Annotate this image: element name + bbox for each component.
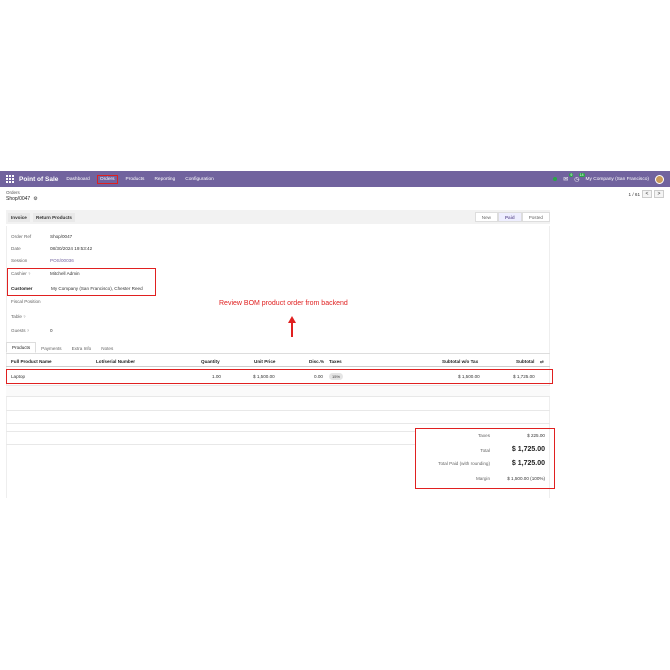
record-title: Shop/0047 ⚙: [6, 196, 38, 202]
guests-label: Guests ?: [11, 328, 30, 333]
tab-payments[interactable]: Payments: [36, 344, 66, 353]
cashier-label: Cashier ?: [11, 271, 31, 276]
row-unit-price[interactable]: $ 1,500.00: [253, 374, 275, 379]
row-subtotal-wo-tax: $ 1,500.00: [458, 374, 480, 379]
notebook-tabs: Products Payments Extra Info Notes: [6, 342, 118, 353]
status-bar: New Paid Posted: [474, 212, 550, 222]
menu-products[interactable]: Products: [124, 176, 147, 183]
row-divider: [6, 410, 550, 411]
cashier-value[interactable]: Mitchell Admin: [50, 271, 80, 276]
row-divider: [6, 431, 416, 432]
stage-paid[interactable]: Paid: [497, 212, 522, 222]
row-tax-badge: 15%: [329, 373, 344, 380]
taxes-label: Taxes: [478, 433, 490, 438]
row-divider: [6, 444, 416, 445]
order-ref-label: Order Ref: [11, 234, 32, 239]
app-title[interactable]: Point of Sale: [19, 176, 58, 183]
activity-count-badge: 14: [578, 172, 585, 177]
customer-value[interactable]: My Company (San Francisco), Chester Reed: [51, 286, 143, 291]
stage-new[interactable]: New: [474, 212, 498, 222]
gear-icon[interactable]: ⚙: [33, 196, 37, 202]
col-subtotal-wo-tax[interactable]: Subtotal w/o Tax: [442, 359, 478, 364]
arrow-shaft: [291, 318, 293, 337]
stage-posted[interactable]: Posted: [521, 212, 550, 222]
empty-row: [6, 386, 550, 396]
margin-value: $ 1,500.00 (100%): [507, 476, 545, 481]
pager-prev-button[interactable]: <: [642, 190, 652, 198]
session-label: Session: [11, 258, 28, 263]
col-lot-serial[interactable]: Lot/serial Number: [96, 359, 135, 364]
col-subtotal[interactable]: Subtotal: [516, 359, 534, 364]
top-navbar: Point of Sale Dashboard Orders Products …: [0, 171, 670, 187]
col-taxes[interactable]: Taxes: [329, 359, 342, 364]
total-paid-value: $ 1,725.00: [511, 460, 545, 467]
menu-configuration[interactable]: Configuration: [183, 176, 216, 183]
tab-products[interactable]: Products: [6, 342, 37, 353]
pager: 1 / 61 < >: [629, 190, 664, 198]
user-avatar[interactable]: [655, 174, 664, 184]
col-product-name[interactable]: Full Product Name: [11, 359, 52, 364]
status-dot-icon: [553, 177, 558, 181]
row-divider: [6, 423, 550, 424]
record-name: Shop/0047: [6, 196, 31, 202]
table-label: Table ?: [11, 314, 26, 319]
row-discount[interactable]: 0.00: [314, 374, 323, 379]
order-ref-value: Shop/0047: [50, 234, 73, 239]
table-header-divider: [6, 366, 550, 367]
optional-columns-icon[interactable]: ⇄: [540, 359, 544, 365]
col-quantity[interactable]: Quantity: [201, 359, 220, 364]
menu-reporting[interactable]: Reporting: [152, 176, 177, 183]
customer-label: Customer: [11, 286, 33, 291]
taxes-value: $ 225.00: [527, 433, 545, 438]
breadcrumb-parent[interactable]: Orders: [6, 190, 20, 195]
apps-menu-icon[interactable]: [6, 175, 14, 183]
guests-value[interactable]: 0: [50, 328, 53, 333]
return-products-button[interactable]: Return Products: [33, 213, 75, 222]
row-subtotal: $ 1,725.00: [513, 374, 535, 379]
chat-icon[interactable]: ✉ 9: [563, 172, 574, 183]
total-value: $ 1,725.00: [511, 446, 545, 453]
company-switcher[interactable]: My Company (San Francisco): [586, 177, 649, 182]
date-label: Date: [11, 246, 21, 251]
activity-icon[interactable]: ◷ 14: [574, 172, 585, 183]
menu-dashboard[interactable]: Dashboard: [64, 176, 91, 183]
row-divider: [6, 396, 550, 397]
col-unit-price[interactable]: Unit Price: [254, 359, 275, 364]
session-link[interactable]: POS/00036: [50, 258, 74, 263]
chat-count-badge: 9: [569, 172, 574, 177]
tab-extra-info[interactable]: Extra Info: [67, 344, 97, 353]
help-icon: ?: [28, 271, 31, 276]
help-icon: ?: [26, 328, 30, 333]
annotation-text: Review BOM product order from backend: [219, 300, 348, 307]
pager-next-button[interactable]: >: [654, 190, 664, 198]
tabs-divider: [6, 353, 550, 354]
row-product-name[interactable]: Laptop: [11, 374, 25, 379]
date-value: 08/30/2024 19:53:42: [50, 246, 93, 251]
total-paid-label: Total Paid (with rounding): [438, 461, 490, 466]
pager-value[interactable]: 1 / 61: [629, 192, 641, 197]
invoice-button[interactable]: Invoice: [8, 213, 30, 222]
tab-notes[interactable]: Notes: [96, 344, 118, 353]
menu-orders[interactable]: Orders: [96, 174, 118, 184]
col-discount[interactable]: Disc.%: [309, 359, 324, 364]
margin-label: Margin: [475, 476, 490, 481]
help-icon: ?: [23, 314, 26, 319]
row-quantity[interactable]: 1.00: [212, 374, 221, 379]
action-bar: [6, 210, 550, 224]
fiscal-position-label: Fiscal Position: [11, 299, 41, 304]
total-label: Total: [480, 448, 490, 453]
